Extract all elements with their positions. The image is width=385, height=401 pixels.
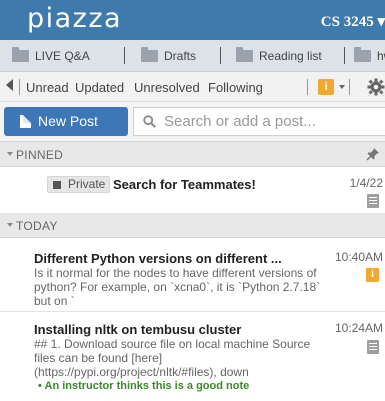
class-selector[interactable]: CS 3245 ▾ xyxy=(321,12,385,31)
post-time: 10:24AM xyxy=(334,321,383,335)
private-icon xyxy=(53,181,61,189)
new-post-label: New Post xyxy=(38,113,98,129)
section-label: TODAY xyxy=(16,219,58,233)
post-item[interactable]: Installing nltk on tembusu cluster ## 1.… xyxy=(0,312,385,401)
folder-label: LIVE Q&A xyxy=(35,48,90,63)
folder-hw1[interactable]: hw1 xyxy=(354,40,385,71)
folder-divider xyxy=(124,47,125,64)
private-tag: Private xyxy=(47,176,111,193)
folder-bar: LIVE Q&A Drafts Reading list hw1 xyxy=(0,40,385,72)
folder-icon xyxy=(12,46,29,62)
section-header-today[interactable]: TODAY xyxy=(0,213,385,238)
filter-unread[interactable]: Unread xyxy=(26,80,69,95)
private-tag-label: Private xyxy=(68,177,106,191)
folder-icon xyxy=(354,46,371,62)
scroll-left-icon[interactable] xyxy=(6,79,13,91)
post-title: Installing nltk on tembusu cluster xyxy=(34,322,242,337)
folder-label: Drafts xyxy=(164,48,197,63)
collapse-caret-icon xyxy=(7,223,13,227)
post-time: 1/4/22 xyxy=(349,176,383,190)
endorsement-text: An instructor thinks this is a good note xyxy=(44,380,250,392)
section-label: PINNED xyxy=(16,148,64,162)
instructor-icon: i xyxy=(366,268,379,282)
folder-divider xyxy=(220,47,221,64)
folder-label: Reading list xyxy=(259,48,322,63)
chevron-down-icon[interactable] xyxy=(339,85,345,89)
post-snippet: Is it normal for the nodes to have diffe… xyxy=(34,266,321,308)
piazza-logo[interactable]: piazza xyxy=(27,3,122,34)
post-title: Different Python versions on different .… xyxy=(34,251,282,266)
post-snippet: ## 1. Download source file on local mach… xyxy=(34,337,311,379)
top-bar: piazza CS 3245 ▾ xyxy=(0,0,385,40)
new-post-button[interactable]: New Post xyxy=(4,107,128,136)
filter-unresolved[interactable]: Unresolved xyxy=(134,80,200,95)
folder-drafts[interactable]: Drafts xyxy=(141,40,196,71)
document-icon xyxy=(20,115,31,128)
folder-icon xyxy=(236,46,253,62)
note-icon xyxy=(367,340,379,354)
search-icon xyxy=(143,115,156,128)
search-placeholder: Search or add a post... xyxy=(164,113,316,130)
endorsement-note: • An instructor thinks this is a good no… xyxy=(38,380,249,392)
post-title: Search for Teammates! xyxy=(113,177,256,192)
folder-reading-list[interactable]: Reading list xyxy=(236,40,322,71)
search-input[interactable]: Search or add a post... xyxy=(133,107,385,136)
folder-divider xyxy=(344,47,345,64)
section-header-pinned[interactable]: PINNED xyxy=(0,142,385,167)
filter-divider xyxy=(19,79,20,95)
folder-live-qa[interactable]: LIVE Q&A xyxy=(12,40,90,71)
filter-bar: Unread Updated Unresolved Following i xyxy=(0,72,385,102)
instructor-filter-badge[interactable]: i xyxy=(318,79,334,95)
pin-icon xyxy=(366,148,379,161)
note-icon xyxy=(367,194,379,208)
collapse-caret-icon xyxy=(7,152,13,156)
filter-updated[interactable]: Updated xyxy=(75,80,124,95)
gear-icon[interactable] xyxy=(367,78,385,96)
folder-icon xyxy=(141,46,158,62)
post-time: 10:40AM xyxy=(334,250,383,264)
filter-following[interactable]: Following xyxy=(208,80,263,95)
folder-label: hw1 xyxy=(377,48,385,63)
filter-divider xyxy=(349,79,350,95)
post-item[interactable]: Different Python versions on different .… xyxy=(0,238,385,312)
filter-divider xyxy=(307,79,308,95)
post-toolbar: New Post Search or add a post... xyxy=(0,102,385,142)
